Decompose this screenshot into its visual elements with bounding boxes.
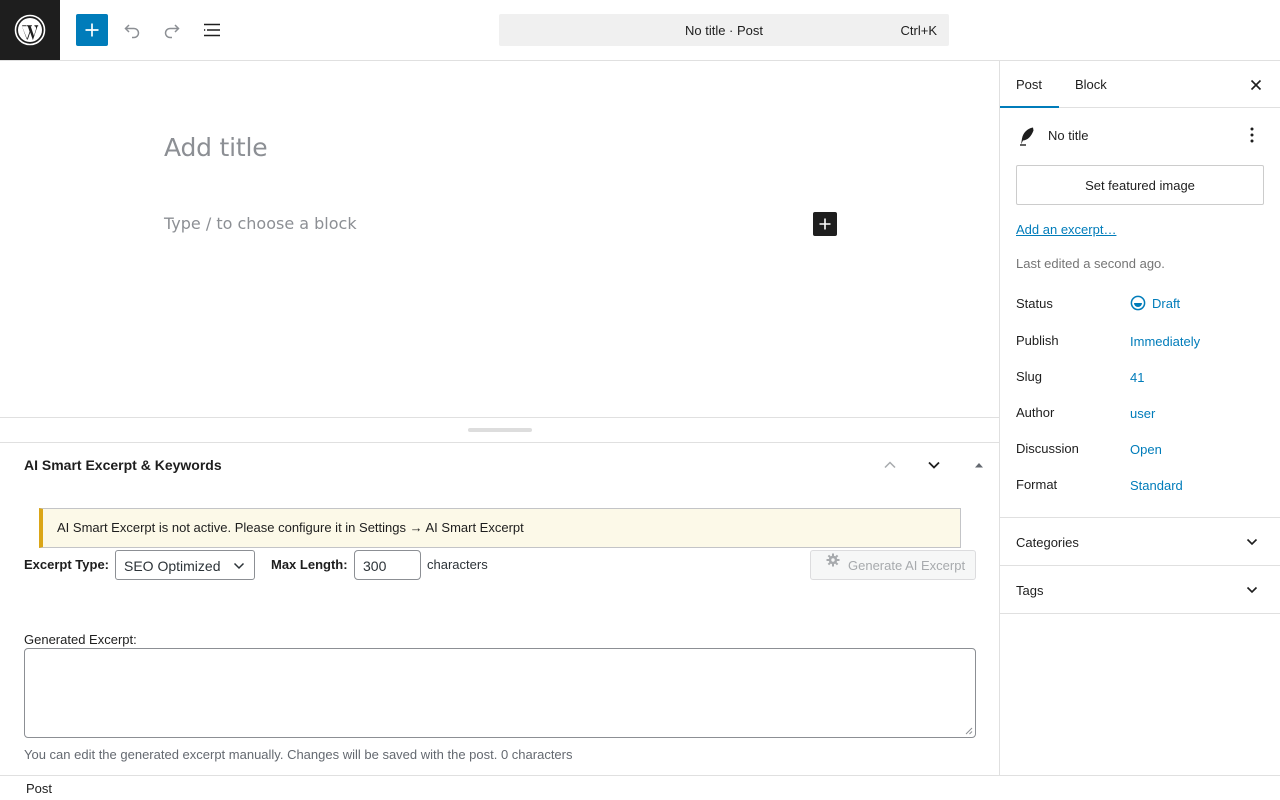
status-toggle[interactable]: Draft bbox=[1130, 295, 1180, 311]
chevron-down-icon bbox=[233, 562, 245, 570]
notice-text: AI Smart Excerpt is not active. Please c… bbox=[57, 520, 524, 535]
undo-button[interactable] bbox=[116, 14, 148, 46]
tab-post[interactable]: Post bbox=[1000, 61, 1059, 108]
categories-panel-toggle[interactable]: Categories bbox=[1000, 518, 1280, 566]
post-card-title: No title bbox=[1048, 128, 1089, 143]
metabox-resize-handle[interactable] bbox=[0, 418, 999, 443]
max-length-input[interactable]: 300 bbox=[354, 550, 421, 580]
plus-icon bbox=[85, 23, 99, 37]
add-excerpt-link[interactable]: Add an excerpt… bbox=[1016, 222, 1116, 237]
publish-label: Publish bbox=[1016, 333, 1059, 348]
document-title: No title · Post bbox=[684, 22, 764, 38]
categories-chevron bbox=[1240, 530, 1264, 554]
set-featured-image-button[interactable]: Set featured image bbox=[1016, 165, 1264, 205]
max-length-label: Max Length: bbox=[271, 557, 348, 572]
undo-icon bbox=[124, 24, 140, 39]
move-down-button[interactable] bbox=[918, 451, 950, 479]
author-value-button[interactable]: user bbox=[1130, 406, 1155, 421]
default-block-appender[interactable]: Type / to choose a block bbox=[164, 214, 357, 233]
format-label: Format bbox=[1016, 477, 1058, 492]
close-icon bbox=[1250, 79, 1262, 91]
format-value-button[interactable]: Standard bbox=[1130, 478, 1183, 493]
resize-grip-icon[interactable] bbox=[965, 727, 973, 735]
settings-sidebar: Post Block No title Set featured image A… bbox=[999, 61, 1280, 775]
generated-excerpt-label: Generated Excerpt: bbox=[24, 632, 137, 647]
command-palette-bar[interactable]: No title · Post Ctrl+K bbox=[499, 14, 949, 46]
editor-canvas: Add title Type / to choose a block bbox=[0, 61, 999, 418]
chevron-down-icon bbox=[1246, 586, 1258, 594]
chevron-up-icon bbox=[884, 461, 896, 469]
excerpt-type-value: SEO Optimized bbox=[124, 558, 221, 574]
generated-excerpt-textarea[interactable] bbox=[24, 648, 976, 738]
sidebar-tabs: Post Block bbox=[1000, 61, 1280, 108]
document-overview-button[interactable] bbox=[196, 14, 228, 46]
caret-up-icon bbox=[975, 463, 983, 468]
post-title-input[interactable]: Add title bbox=[164, 133, 268, 162]
close-settings-button[interactable] bbox=[1240, 69, 1272, 101]
more-vertical-icon bbox=[1250, 127, 1254, 143]
redo-icon bbox=[164, 24, 180, 39]
tags-chevron bbox=[1240, 578, 1264, 602]
document-outline-icon bbox=[204, 23, 220, 37]
generate-button-label: Generate AI Excerpt bbox=[848, 558, 966, 573]
post-summary-panel: No title Set featured image Add an excer… bbox=[1000, 108, 1280, 518]
plus-icon bbox=[819, 218, 831, 230]
publish-value-button[interactable]: Immediately bbox=[1130, 334, 1200, 349]
last-edited-text: Last edited a second ago. bbox=[1016, 256, 1165, 271]
status-label: Status bbox=[1016, 296, 1053, 311]
tags-panel-toggle[interactable]: Tags bbox=[1000, 566, 1280, 614]
draft-status-icon bbox=[1130, 295, 1146, 311]
editor-header: No title · Post Ctrl+K bbox=[0, 0, 1280, 61]
categories-label: Categories bbox=[1016, 535, 1079, 550]
wordpress-logo-icon bbox=[14, 14, 46, 46]
move-up-button[interactable] bbox=[874, 451, 906, 479]
slug-label: Slug bbox=[1016, 369, 1043, 384]
characters-label: characters bbox=[427, 557, 488, 572]
gear-icon bbox=[826, 553, 840, 567]
slug-value-button[interactable]: 41 bbox=[1130, 370, 1144, 385]
excerpt-help-text: You can edit the generated excerpt manua… bbox=[24, 747, 573, 762]
inactive-notice: AI Smart Excerpt is not active. Please c… bbox=[39, 508, 961, 548]
resize-grip[interactable] bbox=[468, 428, 532, 432]
tab-post-label: Post bbox=[1016, 77, 1043, 92]
block-breadcrumb-bar: Post bbox=[0, 775, 1280, 800]
metabox-title: AI Smart Excerpt & Keywords bbox=[24, 457, 222, 473]
redo-button[interactable] bbox=[156, 14, 188, 46]
author-label: Author bbox=[1016, 405, 1055, 420]
status-value: Draft bbox=[1152, 295, 1181, 311]
breadcrumb-post[interactable]: Post bbox=[26, 781, 52, 796]
wordpress-logo-button[interactable] bbox=[0, 0, 60, 60]
chevron-down-icon bbox=[1246, 538, 1258, 546]
toggle-panel-button[interactable] bbox=[963, 451, 995, 479]
post-actions-button[interactable] bbox=[1240, 120, 1264, 150]
generate-ai-excerpt-button[interactable]: Generate AI Excerpt bbox=[810, 550, 976, 580]
tab-block-label: Block bbox=[1075, 77, 1107, 92]
excerpt-type-select[interactable]: SEO Optimized bbox=[115, 550, 255, 580]
tab-block[interactable]: Block bbox=[1059, 61, 1125, 108]
ai-smart-excerpt-metabox: AI Smart Excerpt & Keywords AI Smart Exc… bbox=[0, 443, 999, 775]
discussion-value-button[interactable]: Open bbox=[1130, 442, 1162, 457]
add-block-button[interactable] bbox=[813, 212, 837, 236]
excerpt-type-label: Excerpt Type: bbox=[24, 557, 110, 572]
chevron-down-icon bbox=[928, 461, 940, 469]
command-shortcut: Ctrl+K bbox=[900, 23, 937, 38]
discussion-label: Discussion bbox=[1016, 441, 1079, 456]
block-inserter-button[interactable] bbox=[76, 14, 108, 46]
feather-icon bbox=[1020, 127, 1034, 146]
tags-label: Tags bbox=[1016, 583, 1044, 598]
